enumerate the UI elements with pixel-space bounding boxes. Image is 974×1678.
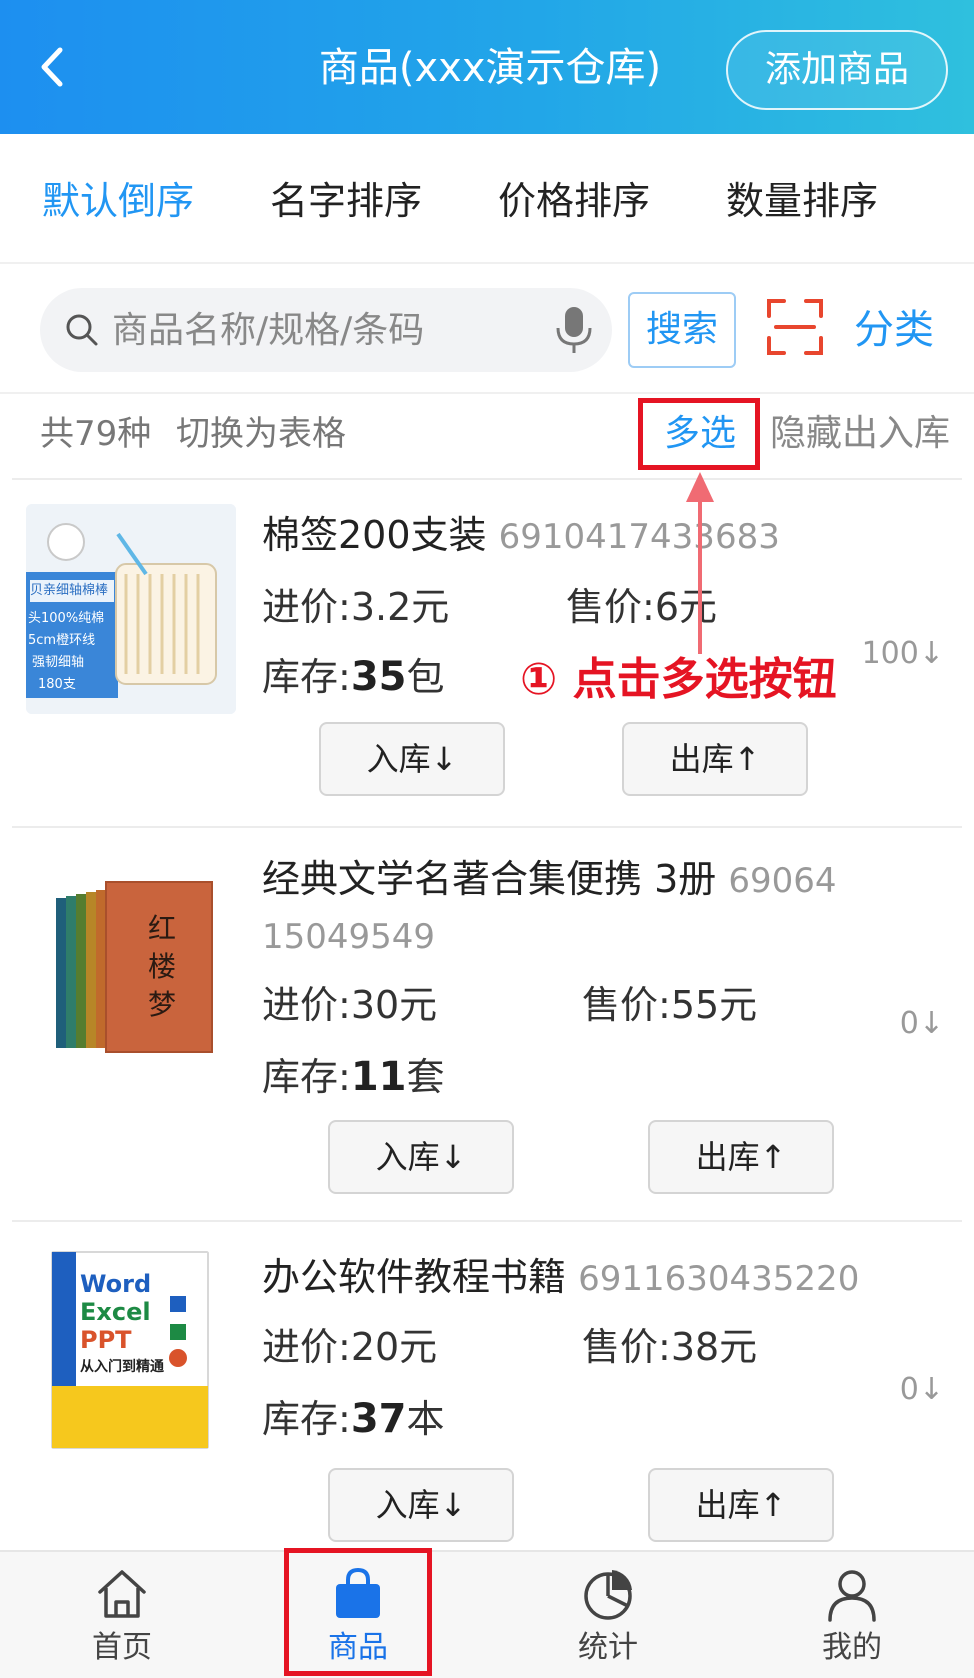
tab-sort-name[interactable]: 名字排序 <box>270 174 422 228</box>
pending-quantity: 0↓ <box>899 1372 944 1407</box>
hide-io-toggle[interactable]: 隐藏出入库 <box>770 408 950 460</box>
product-count: 共79种 <box>40 414 152 454</box>
product-name: 棉签200支装 <box>262 513 487 557</box>
thumb-subtitle: 从入门到精通 <box>80 1359 164 1375</box>
tab-sort-price[interactable]: 价格排序 <box>498 174 650 228</box>
search-input[interactable] <box>112 300 532 360</box>
cost-label: 进价: <box>262 983 351 1027</box>
stock-unit: 本 <box>406 1397 445 1441</box>
stock-label: 库存: <box>262 1397 351 1441</box>
nav-label: 统计 <box>578 1630 638 1665</box>
cost-label: 进价: <box>262 585 351 629</box>
thumb-title-char: 梦 <box>148 988 177 1021</box>
stock-in-button[interactable]: 入库↓ <box>319 722 505 796</box>
products-nav-highlight-box <box>284 1548 432 1676</box>
cost-price: 进价:3.2元 <box>262 580 449 634</box>
cost-value: 3.2元 <box>350 585 450 629</box>
thumb-excel-text: Excel <box>80 1298 151 1326</box>
stock: 库存:11套 <box>262 1050 445 1104</box>
product-barcode-part1: 69064 <box>728 861 837 901</box>
stock-out-button[interactable]: 出库↑ <box>622 722 808 796</box>
stock: 库存:37本 <box>262 1392 445 1446</box>
cost-value: 30元 <box>350 983 438 1027</box>
thumb-label: 贝亲细轴棉棒 <box>30 583 109 598</box>
product-barcode: 6911630435220 <box>578 1259 860 1299</box>
add-product-button[interactable]: 添加商品 <box>726 30 948 110</box>
stock-unit: 套 <box>406 1055 445 1099</box>
nav-item-home[interactable]: 首页 <box>52 1552 192 1678</box>
search-icon <box>66 314 98 346</box>
bottom-nav: 首页 商品 统计 我的 <box>0 1550 974 1678</box>
price-value: 55元 <box>670 983 758 1027</box>
product-name: 经典文学名著合集便携 3册 <box>262 857 717 901</box>
search-row: 搜索 分类 <box>0 264 974 394</box>
stock-label: 库存: <box>262 1055 351 1099</box>
price-label: 售价: <box>582 983 671 1027</box>
product-image-office-book: Word Excel PPT 从入门到精通 <box>50 1250 210 1450</box>
nav-item-me[interactable]: 我的 <box>782 1552 922 1678</box>
annotation-text: ① 点击多选按钮 <box>520 654 837 705</box>
stock-label: 库存: <box>262 655 351 699</box>
scan-icon[interactable] <box>766 298 824 356</box>
product-name: 办公软件教程书籍 <box>262 1255 567 1299</box>
page-title: 商品(xxx演示仓库) <box>318 45 662 91</box>
microphone-icon[interactable] <box>552 304 596 356</box>
thumb-label: 头100%纯棉 <box>28 611 105 626</box>
annotation-arrow-icon <box>686 472 714 654</box>
cost-label: 进价: <box>262 1325 351 1369</box>
cost-price: 进价:30元 <box>262 978 437 1032</box>
tab-sort-quantity[interactable]: 数量排序 <box>726 174 878 228</box>
product-barcode: 6910417433683 <box>498 517 780 557</box>
product-card[interactable]: 红 楼 梦 经典文学名著合集便携 3册 69064 15049549 进价:30… <box>0 828 974 1222</box>
product-name-line: 经典文学名著合集便携 3册 69064 <box>262 852 837 908</box>
product-image-cotton-swabs: 贝亲细轴棉棒 头100%纯棉 5cm橙环线 强韧细轴 180支 <box>26 504 236 714</box>
search-box[interactable] <box>40 288 612 372</box>
user-icon <box>828 1570 876 1622</box>
stock: 库存:35包 <box>262 650 445 704</box>
back-arrow-icon[interactable] <box>30 42 80 92</box>
thumb-title-char: 红 <box>148 912 177 945</box>
stock-out-button[interactable]: 出库↑ <box>648 1120 834 1194</box>
cost-price: 进价:20元 <box>262 1320 437 1374</box>
nav-item-stats[interactable]: 统计 <box>538 1552 678 1678</box>
price-label: 售价: <box>582 1325 671 1369</box>
category-link[interactable]: 分类 <box>854 302 934 358</box>
nav-label: 我的 <box>822 1630 882 1665</box>
stock-out-button[interactable]: 出库↑ <box>648 1468 834 1542</box>
stock-in-button[interactable]: 入库↓ <box>328 1468 514 1542</box>
book-set-illustration <box>56 881 213 1053</box>
nav-label: 首页 <box>92 1630 152 1665</box>
thumb-label: 强韧细轴 <box>32 655 85 670</box>
search-button[interactable]: 搜索 <box>628 292 736 368</box>
cost-value: 20元 <box>350 1325 438 1369</box>
stock-value: 35 <box>350 654 407 700</box>
switch-to-table-link[interactable]: 切换为表格 <box>176 408 346 460</box>
thumb-title-char: 楼 <box>148 950 177 983</box>
stock-value: 37 <box>350 1396 407 1442</box>
thumb-word-text: Word <box>80 1270 152 1298</box>
product-name-line: 办公软件教程书籍 6911630435220 <box>262 1250 859 1306</box>
pending-quantity: 100↓ <box>861 636 944 671</box>
price-value: 38元 <box>670 1325 758 1369</box>
thumb-ppt-text: PPT <box>80 1326 132 1354</box>
stock-unit: 包 <box>406 655 445 699</box>
stock-value: 11 <box>350 1054 407 1100</box>
list-info-row: 共79种 切换为表格 多选 隐藏出入库 <box>0 394 974 478</box>
home-icon <box>98 1570 146 1618</box>
pie-chart-icon <box>584 1570 632 1620</box>
sale-price: 售价:55元 <box>582 978 757 1032</box>
product-image-books-set: 红 楼 梦 <box>40 868 220 1078</box>
sale-price: 售价:38元 <box>582 1320 757 1374</box>
tab-default-desc[interactable]: 默认倒序 <box>42 174 194 228</box>
product-barcode-part2: 15049549 <box>262 917 436 957</box>
thumb-label: 5cm橙环线 <box>28 633 96 648</box>
app-header: 商品(xxx演示仓库) 添加商品 <box>0 0 974 134</box>
price-label: 售价: <box>566 585 655 629</box>
multi-select-button[interactable]: 多选 <box>664 408 736 460</box>
product-card[interactable]: Word Excel PPT 从入门到精通 办公软件教程书籍 691163043… <box>0 1222 974 1550</box>
pending-quantity: 0↓ <box>899 1006 944 1041</box>
sort-tabs: 默认倒序 名字排序 价格排序 数量排序 <box>0 134 974 264</box>
thumb-label: 180支 <box>38 677 76 692</box>
stock-in-button[interactable]: 入库↓ <box>328 1120 514 1194</box>
